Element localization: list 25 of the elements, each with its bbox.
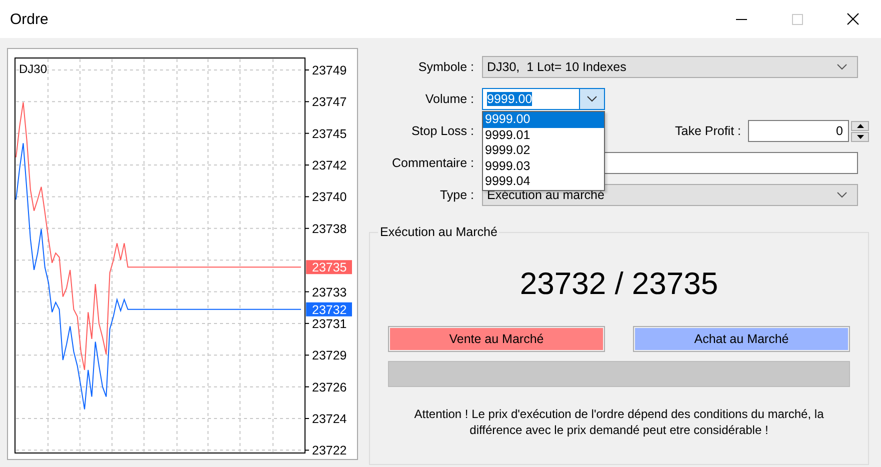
axis-tick-label: 23747: [312, 95, 347, 110]
axis-tick-label: 23729: [312, 348, 347, 363]
axis-tick-label: 23731: [312, 316, 347, 331]
symbol-label: Symbole :: [417, 60, 474, 74]
volume-label: Volume :: [424, 92, 474, 106]
symbol-label: DJ30: [19, 62, 48, 76]
take-profit-label: Take Profit :: [675, 124, 741, 138]
axis-tick-label: 23722: [312, 444, 347, 458]
axis-tick-label: 23745: [312, 126, 347, 141]
type-label: Type :: [438, 188, 474, 202]
axis-tick-label: 23742: [312, 158, 347, 173]
price-tag: 23732: [306, 302, 352, 317]
axis-tick-label: 23738: [312, 222, 347, 236]
axis-tick-label: 23749: [312, 63, 347, 78]
axis-tick-label: 23724: [312, 412, 347, 426]
stop-loss-label: Stop Loss :: [410, 124, 474, 138]
group-title: Exécution au Marché: [378, 225, 500, 239]
comment-label: Commentaire :: [391, 156, 474, 170]
axis-tick-label: 23733: [312, 285, 347, 300]
axis-tick-label: 23740: [312, 190, 347, 204]
axis-tick-label: 23726: [312, 380, 347, 394]
warning-text: Attention ! Le prix d'exécution de l'ordre dépend des conditions du marché, la différence avec le prix demandé peut etre considérable !: [413, 406, 825, 438]
price-tag: 23735: [306, 260, 352, 275]
window-title: Ordre: [9, 10, 48, 28]
price-quote: 23732 / 23735: [520, 266, 718, 303]
